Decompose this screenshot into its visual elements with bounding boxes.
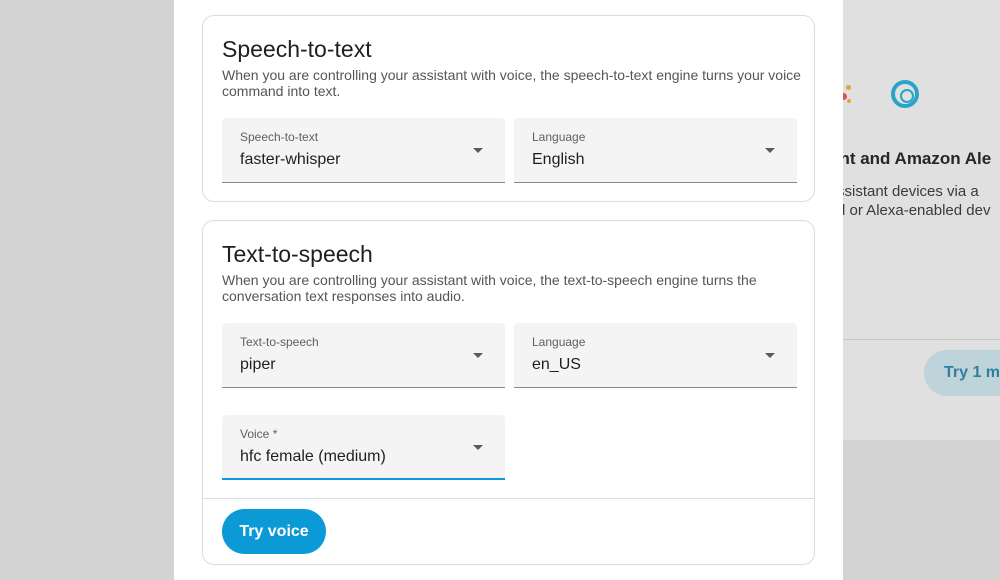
alexa-icon xyxy=(891,80,919,108)
stt-language-label: Language xyxy=(532,130,586,144)
background-card-text-line1: ssistant devices via a xyxy=(837,183,979,200)
background-try-button: Try 1 m xyxy=(924,350,1000,396)
background-card-title: ant and Amazon Ale xyxy=(830,149,992,168)
stt-language-select[interactable]: Language English xyxy=(514,118,797,183)
tts-voice-label: Voice * xyxy=(240,427,278,441)
caret-down-icon xyxy=(473,353,483,358)
stt-engine-value: faster-whisper xyxy=(240,151,341,168)
tts-voice-select[interactable]: Voice * hfc female (medium) xyxy=(222,415,505,480)
caret-down-icon xyxy=(473,148,483,153)
tts-language-label: Language xyxy=(532,335,586,349)
speech-to-text-description: When you are controlling your assistant … xyxy=(222,67,801,99)
stt-engine-label: Speech-to-text xyxy=(240,130,319,144)
background-card-text-line2: d or Alexa-enabled dev xyxy=(837,202,991,219)
speech-to-text-title: Speech-to-text xyxy=(222,36,372,62)
tts-engine-select[interactable]: Text-to-speech piper xyxy=(222,323,505,388)
tts-engine-label: Text-to-speech xyxy=(240,335,319,349)
try-voice-button[interactable]: Try voice xyxy=(222,509,326,554)
tts-language-select[interactable]: Language en_US xyxy=(514,323,797,388)
tts-language-value: en_US xyxy=(532,356,581,373)
pipeline-dialog: Speech-to-text When you are controlling … xyxy=(174,0,843,580)
tts-voice-value: hfc female (medium) xyxy=(240,448,386,465)
speech-to-text-card: Speech-to-text When you are controlling … xyxy=(202,15,815,202)
tts-engine-value: piper xyxy=(240,356,276,373)
caret-down-icon xyxy=(473,445,483,450)
caret-down-icon xyxy=(765,148,775,153)
caret-down-icon xyxy=(765,353,775,358)
text-to-speech-card: Text-to-speech When you are controlling … xyxy=(202,220,815,565)
stt-engine-select[interactable]: Speech-to-text faster-whisper xyxy=(222,118,505,183)
text-to-speech-description: When you are controlling your assistant … xyxy=(222,272,757,304)
text-to-speech-title: Text-to-speech xyxy=(222,241,373,267)
stt-language-value: English xyxy=(532,151,585,168)
card-actions-divider xyxy=(203,498,814,499)
